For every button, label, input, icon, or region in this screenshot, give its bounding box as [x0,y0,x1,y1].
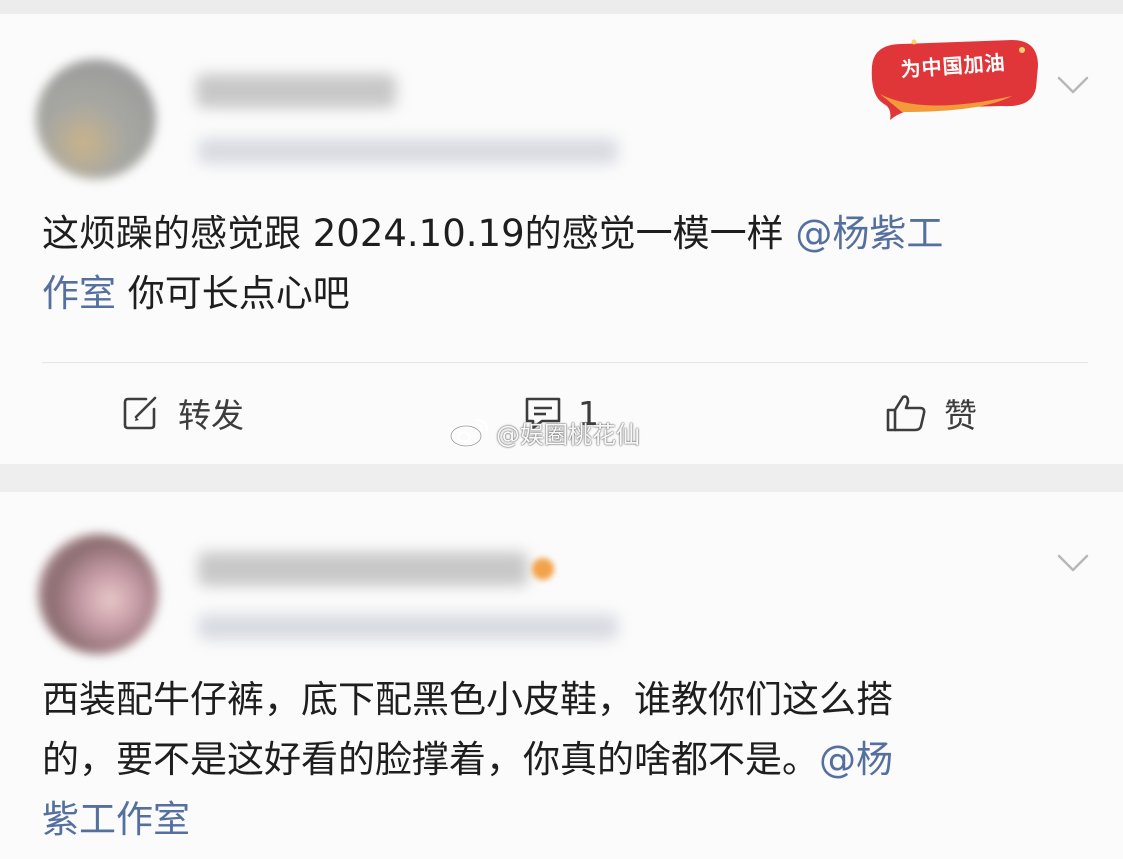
mention-link[interactable]: @杨紫工 [795,212,943,255]
like-button[interactable]: 赞 [884,388,977,438]
avatar[interactable] [38,534,158,654]
watermark-text: @娱圈桃花仙 [496,420,640,449]
post-text-line1: 西装配牛仔裤，底下配黑色小皮鞋，谁教你们这么搭 [42,678,893,721]
repost-button[interactable]: 转发 [120,388,244,438]
mention-link-continued[interactable]: 紫工作室 [42,790,893,850]
watermark: @娱圈桃花仙 [448,412,640,452]
username-blurred[interactable] [196,74,396,108]
avatar[interactable] [36,59,156,179]
post-text-line2: 你可长点心吧 [116,272,350,315]
mention-link[interactable]: @杨 [819,738,893,781]
post-text-line1: 这烦躁的感觉跟 2024.10.19的感觉一模一样 [42,212,796,255]
top-gap [0,0,1123,14]
weibo-post-card: 西装配牛仔裤，底下配黑色小皮鞋，谁教你们这么搭 的，要不是这好看的脸撑着，你真的… [0,492,1123,859]
divider [42,362,1088,363]
post-meta-blurred [198,138,618,164]
mention-link-continued[interactable]: 作室 [42,272,116,315]
username-blurred[interactable] [198,552,528,586]
post-content: 这烦躁的感觉跟 2024.10.19的感觉一模一样 @杨紫工 作室 你可长点心吧 [42,204,943,324]
like-label: 赞 [944,396,977,435]
chevron-down-icon[interactable] [1056,74,1090,96]
weibo-post-card: 为中国加油 这烦躁的感觉跟 2024.10.19的感觉一模一样 @杨紫工 作室 … [0,14,1123,464]
post-text-line2: 的，要不是这好看的脸撑着，你真的啥都不是。 [42,738,819,781]
post-content: 西装配牛仔裤，底下配黑色小皮鞋，谁教你们这么搭 的，要不是这好看的脸撑着，你真的… [42,670,893,850]
chevron-down-icon[interactable] [1056,552,1090,574]
vip-badge-icon [532,558,554,580]
repost-label: 转发 [178,396,244,435]
weibo-logo-icon [449,418,489,448]
china-cheer-badge: 为中国加油 [862,36,1042,122]
thumbs-up-icon [886,395,926,432]
post-meta-blurred [198,614,618,640]
repost-icon [123,396,157,430]
